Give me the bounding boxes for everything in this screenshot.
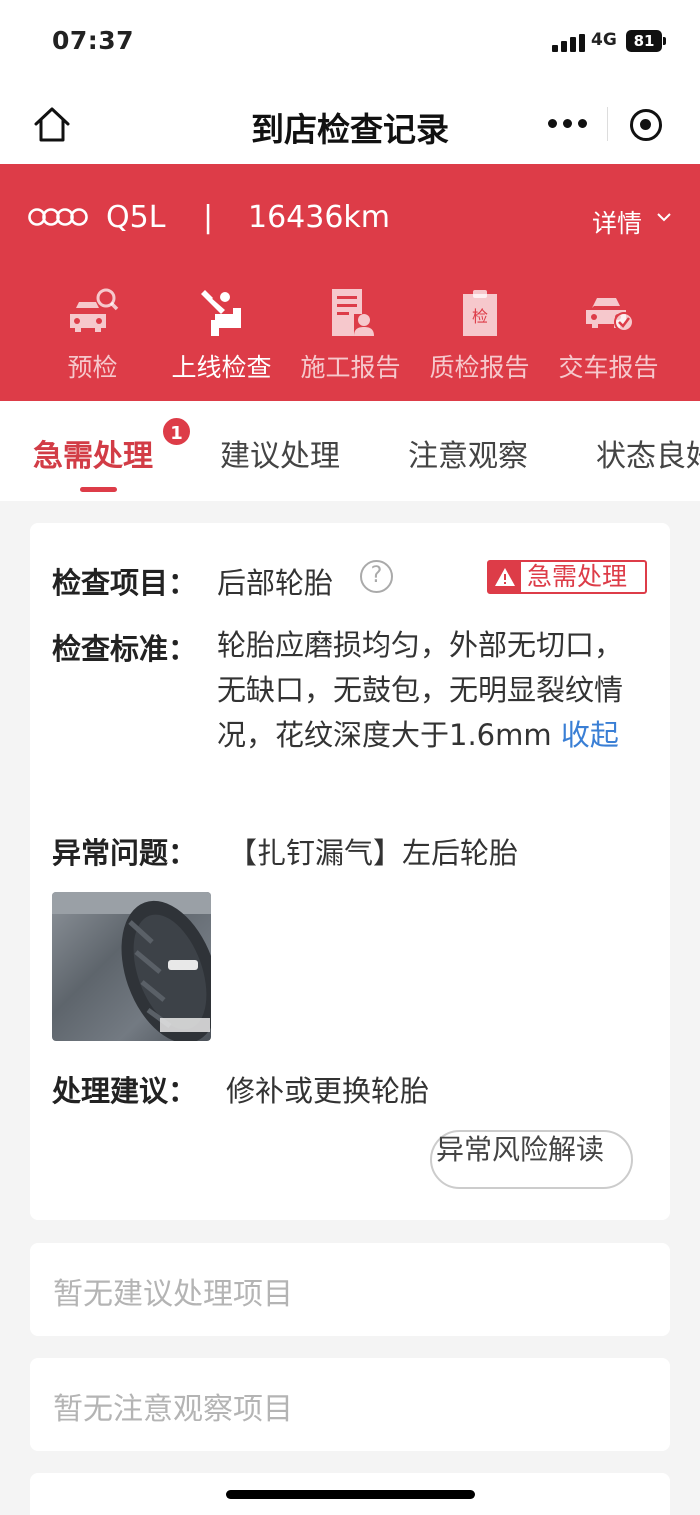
tire-photo[interactable] (52, 892, 211, 1041)
nav-bar: 到店检查记录 (0, 85, 700, 164)
home-indicator[interactable] (226, 1490, 475, 1499)
risk-interpretation-button[interactable]: 异常风险解读 (430, 1130, 633, 1189)
chevron-down-icon[interactable] (654, 210, 674, 224)
vehicle-header: Q5L | 16436km 详情 预检 上线检查 施工报告 检 质检报告 交车报… (0, 164, 700, 401)
step-delivery-report[interactable]: 交车报告 (544, 282, 673, 382)
suggested-empty-card: 暂无建议处理项目 (30, 1243, 670, 1336)
car-info-separator: | (203, 200, 214, 235)
collapse-link[interactable]: 收起 (561, 718, 619, 752)
risk-button-label: 异常风险解读 (436, 1133, 605, 1166)
problem-text: 【扎钉漏气】左后轮胎 (228, 836, 519, 870)
item-name: 后部轮胎 (217, 566, 334, 600)
advice-label: 处理建议： (52, 1074, 198, 1108)
network-type: 4G (591, 30, 617, 50)
clipboard-check-icon: 检 (463, 290, 497, 336)
process-steps: 预检 上线检查 施工报告 检 质检报告 交车报告 (0, 282, 700, 382)
item-label: 检查项目： (52, 566, 198, 600)
step-quality-report[interactable]: 检 质检报告 (415, 282, 544, 382)
tab-good[interactable]: 状态良好 (596, 431, 700, 475)
standard-label: 检查标准： (52, 632, 198, 666)
step-pre-check[interactable]: 预检 (28, 282, 157, 382)
capsule-divider (607, 107, 608, 141)
urgent-tag: 急需处理 (487, 560, 647, 594)
close-target-icon[interactable] (630, 109, 662, 141)
tab-observe[interactable]: 注意观察 (408, 431, 528, 475)
urgent-tag-label: 急需处理 (527, 562, 628, 591)
help-icon[interactable]: ? (360, 560, 393, 593)
signal-icon (552, 34, 586, 52)
car-search-icon (70, 288, 119, 332)
standard-text-block: 轮胎应磨损均匀，外部无切口，无缺口，无鼓包，无明显裂纹情况，花纹深度大于1.6m… (217, 623, 649, 758)
step-online-check[interactable]: 上线检查 (157, 282, 286, 382)
mini-program-capsule (528, 97, 680, 151)
step-label: 预检 (67, 353, 118, 382)
step-label: 施工报告 (300, 353, 401, 382)
step-label: 质检报告 (429, 353, 530, 382)
tab-suggested[interactable]: 建议处理 (220, 431, 340, 475)
advice-text: 修补或更换轮胎 (226, 1074, 430, 1108)
empty-observe-text: 暂无注意观察项目 (53, 1392, 293, 1427)
audi-logo-icon (28, 208, 88, 226)
empty-suggested-text: 暂无建议处理项目 (53, 1277, 293, 1312)
step-construction-report[interactable]: 施工报告 (286, 282, 415, 382)
step-label: 上线检查 (171, 353, 272, 382)
problem-label: 异常问题： (52, 836, 198, 870)
tab-urgent[interactable]: 急需处理 (33, 431, 153, 475)
category-tabs: 急需处理 1 建议处理 注意观察 状态良好 (0, 401, 700, 501)
step-label: 交车报告 (558, 353, 659, 382)
inspection-item-card: 检查项目： 后部轮胎 ? 急需处理 检查标准： 轮胎应磨损均匀，外部无切口，无缺… (30, 523, 670, 1220)
wrench-tool-icon (201, 290, 241, 336)
status-bar: 07:37 4G 81 (0, 0, 700, 85)
home-icon[interactable] (30, 103, 74, 147)
car-model: Q5L (106, 200, 166, 235)
detail-link[interactable]: 详情 (592, 204, 642, 240)
active-tab-indicator (80, 487, 117, 492)
observe-empty-card: 暂无注意观察项目 (30, 1358, 670, 1451)
status-time: 07:37 (52, 26, 135, 55)
car-mileage: 16436km (248, 200, 391, 235)
car-check-icon (586, 298, 634, 332)
more-icon[interactable] (548, 119, 588, 129)
svg-text:检: 检 (472, 307, 488, 326)
battery-icon: 81 (626, 30, 666, 52)
warning-icon (489, 562, 521, 592)
worker-report-icon (332, 289, 374, 336)
tab-count-badge: 1 (161, 416, 192, 447)
